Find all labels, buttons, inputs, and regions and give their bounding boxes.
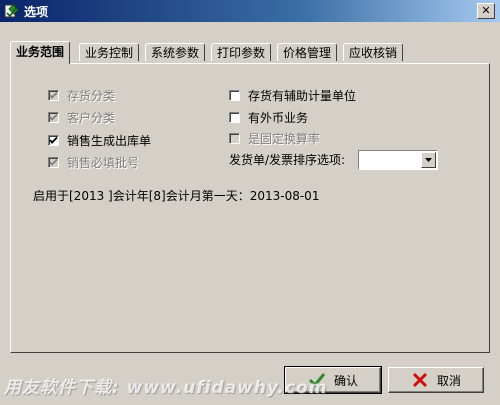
- option-inventory-category[interactable]: 存货分类: [48, 87, 115, 103]
- chevron-down-icon: [425, 158, 432, 162]
- option-fixed-rate[interactable]: 是固定换算率: [229, 130, 320, 146]
- tab-business-control[interactable]: 业务控制: [79, 43, 140, 61]
- option-label: 销售必填批号: [67, 155, 140, 170]
- enable-date-text: 启用于[2013 ]会计年[8]会计月第一天：2013-08-01: [33, 189, 320, 203]
- option-label: 存货有辅助计量单位: [248, 88, 357, 103]
- sort-option-label: 发货单/发票排序选项:: [229, 153, 346, 167]
- tab-business-scope[interactable]: 业务范围: [10, 41, 71, 64]
- tab-receivable-writeoff[interactable]: 应收核销: [343, 43, 404, 61]
- ok-label: 确认: [333, 373, 358, 388]
- tab-print-params[interactable]: 打印参数: [211, 43, 272, 61]
- checkmark-icon: [49, 113, 58, 121]
- option-label: 有外币业务: [248, 110, 309, 125]
- checkbox[interactable]: [229, 132, 240, 144]
- option-sales-generate-outbound[interactable]: 销售生成出库单: [48, 132, 151, 148]
- tab-system-params[interactable]: 系统参数: [145, 43, 206, 61]
- checkbox[interactable]: [229, 111, 240, 123]
- tab-panel: [10, 63, 490, 353]
- dropdown-button[interactable]: [421, 152, 436, 168]
- checkbox[interactable]: [48, 111, 59, 123]
- option-label: 销售生成出库单: [67, 133, 152, 148]
- option-label: 是固定换算率: [248, 131, 321, 146]
- sort-option-select[interactable]: [358, 150, 438, 170]
- checkmark-icon: [49, 158, 58, 166]
- cancel-button[interactable]: 取消: [388, 367, 484, 393]
- checkbox[interactable]: [48, 156, 59, 168]
- cancel-label: 取消: [436, 373, 461, 388]
- checkbox[interactable]: [229, 89, 240, 101]
- checkbox[interactable]: [48, 134, 59, 146]
- tab-price-management[interactable]: 价格管理: [277, 43, 338, 61]
- option-label: 客户分类: [67, 110, 116, 125]
- option-aux-unit[interactable]: 存货有辅助计量单位: [229, 87, 356, 103]
- checkmark-icon: [49, 136, 58, 144]
- option-sales-batch-required[interactable]: 销售必填批号: [48, 154, 139, 170]
- title-bar: 选项 ✕: [0, 0, 500, 22]
- close-icon: [411, 372, 429, 388]
- app-icon: [4, 3, 20, 19]
- option-foreign-currency[interactable]: 有外币业务: [229, 109, 308, 125]
- checkmark-icon: [49, 91, 58, 99]
- window-title: 选项: [24, 5, 49, 19]
- option-customer-category[interactable]: 客户分类: [48, 109, 115, 125]
- checkbox[interactable]: [48, 89, 59, 101]
- close-button[interactable]: ✕: [477, 3, 495, 19]
- option-label: 存货分类: [67, 88, 116, 103]
- watermark-text: 用友软件下载: www.ufidawhy.com: [4, 378, 328, 398]
